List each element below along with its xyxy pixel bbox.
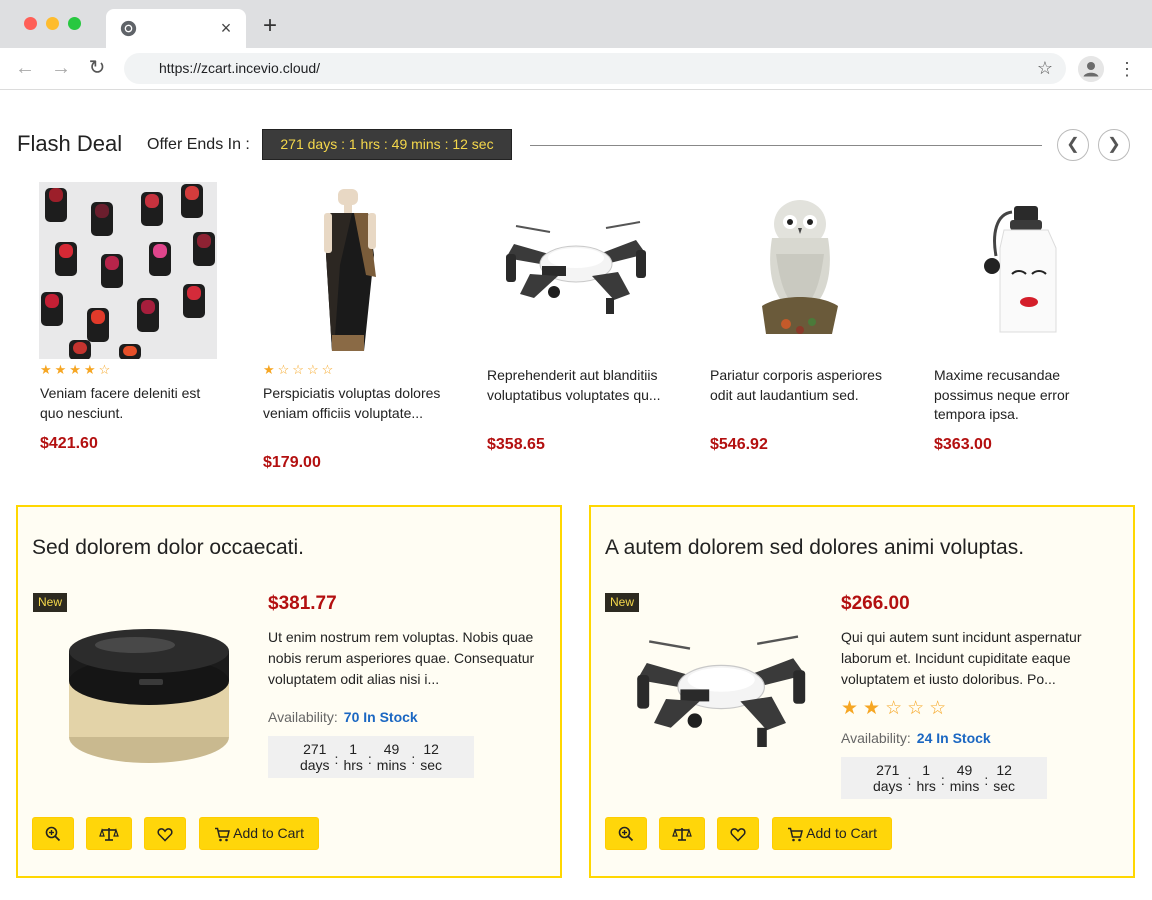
product-name[interactable]: Perspiciatis voluptas dolores veniam off…: [263, 384, 448, 423]
deal-panel: Sed dolorem dolor occaecati. New $381.77…: [16, 505, 562, 878]
tab-close-icon[interactable]: ×: [218, 18, 234, 38]
back-arrow-icon[interactable]: ←: [14, 57, 36, 79]
quick-view-button[interactable]: [605, 817, 647, 850]
forward-arrow-icon[interactable]: →: [50, 57, 72, 79]
wishlist-button[interactable]: [144, 817, 186, 850]
water-bottle-image[interactable]: [976, 204, 1066, 336]
header-divider: [530, 145, 1042, 146]
add-to-cart-label: Add to Cart: [233, 825, 304, 841]
stock-count: 70 In Stock: [343, 709, 418, 725]
browser-tab-bar: × +: [0, 0, 1152, 48]
close-window-button[interactable]: [24, 17, 37, 30]
reload-icon[interactable]: ↻: [86, 57, 108, 79]
new-tab-button[interactable]: +: [258, 14, 282, 38]
maximize-window-button[interactable]: [68, 17, 81, 30]
countdown-minutes: 49 mins: [949, 762, 980, 794]
saree-image[interactable]: [300, 185, 400, 357]
countdown-seconds: 12 sec: [420, 741, 443, 773]
zoom-in-icon: [618, 826, 634, 842]
countdown-hours: 1 hrs: [343, 741, 363, 773]
cart-icon: [215, 827, 230, 842]
availability: Availability: 70 In Stock: [268, 709, 418, 725]
browser-toolbar: ← → ↻ https://zcart.incevio.cloud/ ☆: [0, 48, 1152, 90]
zoom-in-icon: [45, 826, 61, 842]
quick-view-button[interactable]: [32, 817, 74, 850]
heart-icon: [157, 827, 173, 842]
balance-scale-icon: [672, 828, 692, 842]
profile-icon[interactable]: [1078, 56, 1104, 82]
wishlist-button[interactable]: [717, 817, 759, 850]
drone-image[interactable]: [494, 214, 656, 324]
carousel-prev-button[interactable]: ❮: [1057, 129, 1089, 161]
product-name[interactable]: Veniam facere deleniti est quo nesciunt.: [40, 384, 225, 423]
availability: Availability: 24 In Stock: [841, 730, 991, 746]
product-name[interactable]: Pariatur corporis asperiores odit aut la…: [710, 366, 895, 405]
deal-price: $266.00: [841, 593, 910, 614]
deal-price: $381.77: [268, 593, 337, 614]
product-price: $179.00: [263, 454, 321, 471]
countdown-days: 271 days: [299, 741, 330, 773]
browser-tab[interactable]: ×: [106, 9, 246, 48]
powder-compact-image[interactable]: [65, 629, 233, 769]
chrome-icon: [120, 20, 137, 37]
availability-label: Availability:: [841, 730, 911, 746]
availability-label: Availability:: [268, 709, 338, 725]
lipsticks-image[interactable]: [39, 182, 217, 359]
product-name[interactable]: Reprehenderit aut blanditiis voluptatibu…: [487, 366, 672, 405]
new-badge: New: [33, 593, 68, 612]
deal-title[interactable]: Sed dolorem dolor occaecati.: [32, 536, 304, 560]
url-text[interactable]: https://zcart.incevio.cloud/: [159, 60, 320, 76]
compare-button[interactable]: [659, 817, 705, 850]
deal-panel: A autem dolorem sed dolores animi volupt…: [589, 505, 1135, 878]
stock-count: 24 In Stock: [916, 730, 991, 746]
rating-stars: ★★☆☆☆: [841, 698, 952, 719]
deal-countdown: 271 days : 1 hrs : 49 mins : 12 sec: [268, 736, 474, 778]
deal-countdown: 271 days : 1 hrs : 49 mins : 12 sec: [841, 757, 1047, 799]
new-badge: New: [605, 593, 640, 612]
address-bar[interactable]: https://zcart.incevio.cloud/ ☆: [124, 53, 1066, 84]
deal-description: Qui qui autem sunt incidunt aspernatur l…: [841, 629, 1082, 687]
cart-icon: [788, 827, 803, 842]
offer-ends-label: Offer Ends In :: [147, 136, 250, 153]
carousel-next-button[interactable]: ❯: [1098, 129, 1130, 161]
add-to-cart-button[interactable]: Add to Cart: [772, 817, 892, 850]
rating-stars: ★★★★☆: [40, 362, 114, 377]
countdown-seconds: 12 sec: [993, 762, 1016, 794]
flash-deal-title: Flash Deal: [17, 131, 123, 156]
product-price: $363.00: [934, 436, 992, 453]
bookmark-star-icon[interactable]: ☆: [1034, 57, 1056, 79]
countdown-days: 271 days: [872, 762, 903, 794]
balance-scale-icon: [99, 828, 119, 842]
deal-title[interactable]: A autem dolorem sed dolores animi volupt…: [605, 536, 1024, 560]
drone-image[interactable]: [615, 627, 825, 759]
minimize-window-button[interactable]: [46, 17, 59, 30]
kebab-menu-icon[interactable]: ⋮: [1118, 57, 1136, 81]
product-price: $358.65: [487, 436, 545, 453]
owl-figurine-image[interactable]: [756, 194, 842, 342]
compare-button[interactable]: [86, 817, 132, 850]
heart-icon: [730, 827, 746, 842]
rating-stars: ★☆☆☆☆: [263, 362, 337, 377]
countdown-hours: 1 hrs: [916, 762, 936, 794]
countdown-minutes: 49 mins: [376, 741, 407, 773]
add-to-cart-label: Add to Cart: [806, 825, 877, 841]
product-price: $421.60: [40, 435, 98, 452]
add-to-cart-button[interactable]: Add to Cart: [199, 817, 319, 850]
deal-description: Ut enim nostrum rem voluptas. Nobis quae…: [268, 629, 535, 687]
product-price: $546.92: [710, 436, 768, 453]
offer-countdown-timer: 271 days : 1 hrs : 49 mins : 12 sec: [262, 129, 512, 160]
product-name[interactable]: Maxime recusandae possimus neque error t…: [934, 366, 1119, 425]
